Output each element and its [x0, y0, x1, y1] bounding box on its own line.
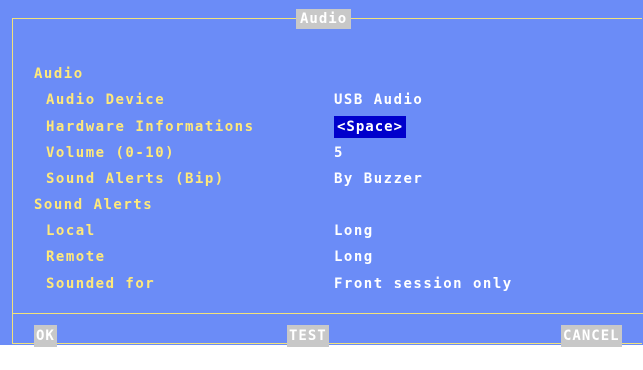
local-value[interactable]: Long: [334, 221, 374, 241]
hardware-info-label: Hardware Informations: [46, 119, 255, 135]
audio-device-value[interactable]: USB Audio: [334, 90, 423, 110]
sounded-for-value[interactable]: Front session only: [334, 274, 513, 294]
ok-button[interactable]: OK: [34, 325, 57, 347]
remote-label: Remote: [46, 249, 106, 265]
section-sound-alerts-header: Sound Alerts: [34, 197, 154, 213]
audio-dialog: Audio Audio Audio Device USB Audio Hardw…: [0, 0, 643, 347]
volume-value[interactable]: 5: [334, 143, 344, 163]
button-divider: [13, 313, 643, 314]
remote-value[interactable]: Long: [334, 247, 374, 267]
sound-alerts-bip-label: Sound Alerts (Bip): [46, 171, 225, 187]
cancel-button[interactable]: CANCEL: [561, 325, 622, 347]
hardware-info-value[interactable]: <Space>: [334, 116, 407, 138]
sound-alerts-bip-value[interactable]: By Buzzer: [334, 169, 423, 189]
section-audio-header: Audio: [34, 66, 84, 82]
dialog-title: Audio: [296, 9, 352, 29]
audio-device-label: Audio Device: [46, 92, 166, 108]
volume-label: Volume (0-10): [46, 145, 176, 161]
test-button[interactable]: TEST: [287, 325, 329, 347]
sounded-for-label: Sounded for: [46, 276, 156, 292]
local-label: Local: [46, 223, 96, 239]
